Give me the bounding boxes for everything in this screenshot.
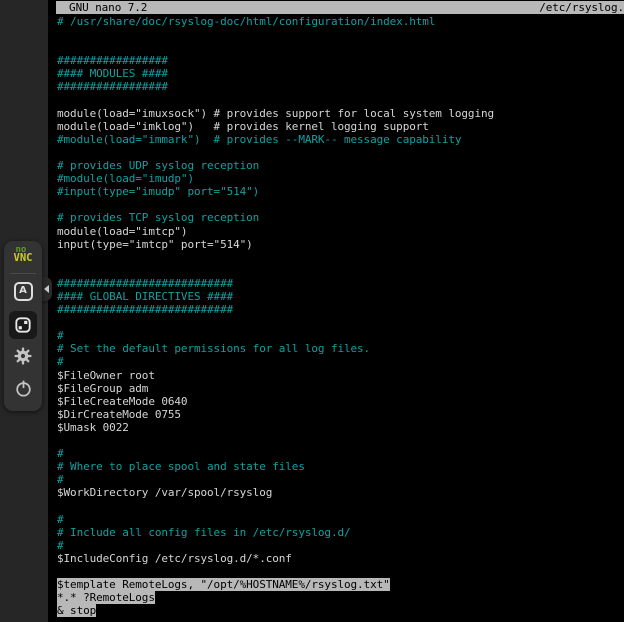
terminal-line	[57, 28, 624, 41]
terminal-line: #	[57, 447, 624, 460]
terminal-line: *.* ?RemoteLogs	[57, 591, 624, 604]
terminal-line	[57, 565, 624, 578]
terminal-line	[57, 264, 624, 277]
novnc-logo: no VNC	[4, 246, 42, 265]
terminal-line: $Umask 0022	[57, 421, 624, 434]
gear-icon	[13, 346, 33, 366]
terminal-line: # Set the default permissions for all lo…	[57, 342, 624, 355]
panel-divider	[10, 273, 36, 274]
terminal-line: module(load="imuxsock") # provides suppo…	[57, 107, 624, 120]
terminal-line: #	[57, 355, 624, 368]
terminal-line: #	[57, 329, 624, 342]
terminal-line: $template RemoteLogs, "/opt/%HOSTNAME%/r…	[57, 578, 624, 591]
terminal-line: ###########################	[57, 303, 624, 316]
terminal-line: $WorkDirectory /var/spool/rsyslog	[57, 486, 624, 499]
terminal-line: # Where to place spool and state files	[57, 460, 624, 473]
terminal-line	[57, 316, 624, 329]
nano-titlebar: GNU nano 7.2 /etc/rsyslog.	[56, 1, 624, 14]
nano-version-label: GNU nano 7.2	[56, 1, 147, 14]
terminal-line: #input(type="imudp" port="514")	[57, 185, 624, 198]
terminal-line: & stop	[57, 604, 624, 617]
terminal-line: #### GLOBAL DIRECTIVES ####	[57, 290, 624, 303]
clipboard-button[interactable]: A	[12, 280, 34, 302]
terminal-line: # provides TCP syslog reception	[57, 211, 624, 224]
fullscreen-icon	[13, 315, 33, 335]
terminal-line: # /usr/share/doc/rsyslog-doc/html/config…	[57, 15, 624, 28]
terminal-line: $DirCreateMode 0755	[57, 408, 624, 421]
terminal-line	[57, 41, 624, 54]
terminal-line: # provides UDP syslog reception	[57, 159, 624, 172]
terminal-line: $FileOwner root	[57, 369, 624, 382]
collapse-left-arrow-icon	[44, 285, 49, 293]
terminal-line: # Include all config files in /etc/rsysl…	[57, 526, 624, 539]
terminal-line	[57, 434, 624, 447]
terminal-line: #### MODULES ####	[57, 67, 624, 80]
settings-button[interactable]	[12, 345, 34, 367]
terminal-line: $FileGroup adm	[57, 382, 624, 395]
terminal-line	[57, 198, 624, 211]
terminal-line	[57, 94, 624, 107]
terminal-line: #################	[57, 80, 624, 93]
terminal-line: input(type="imtcp" port="514")	[57, 238, 624, 251]
nano-filename-label: /etc/rsyslog.	[539, 1, 624, 14]
terminal-line: #module(load="imudp")	[57, 172, 624, 185]
power-button[interactable]	[12, 377, 34, 399]
power-icon	[13, 378, 34, 399]
terminal-line: module(load="imtcp")	[57, 225, 624, 238]
terminal-line: module(load="imklog") # provides kernel …	[57, 120, 624, 133]
terminal-line: $IncludeConfig /etc/rsyslog.d/*.conf	[57, 552, 624, 565]
terminal-line: #	[57, 539, 624, 552]
terminal-screen: # /usr/share/doc/rsyslog-doc/html/config…	[57, 15, 624, 622]
vnc-viewport: GNU nano 7.2 /etc/rsyslog. # /usr/share/…	[0, 0, 624, 622]
vnc-control-bar: no VNC A	[4, 241, 42, 411]
terminal[interactable]: GNU nano 7.2 /etc/rsyslog. # /usr/share/…	[48, 0, 624, 622]
terminal-line	[57, 251, 624, 264]
clipboard-a-icon: A	[14, 282, 33, 301]
terminal-line	[57, 146, 624, 159]
fullscreen-button[interactable]	[9, 311, 37, 339]
terminal-line: #module(load="immark") # provides --MARK…	[57, 133, 624, 146]
terminal-line: ###########################	[57, 277, 624, 290]
novnc-logo-vnc: VNC	[14, 254, 33, 263]
terminal-line	[57, 499, 624, 512]
terminal-line: #################	[57, 54, 624, 67]
terminal-line: #	[57, 473, 624, 486]
terminal-line: $FileCreateMode 0640	[57, 395, 624, 408]
terminal-line: #	[57, 513, 624, 526]
